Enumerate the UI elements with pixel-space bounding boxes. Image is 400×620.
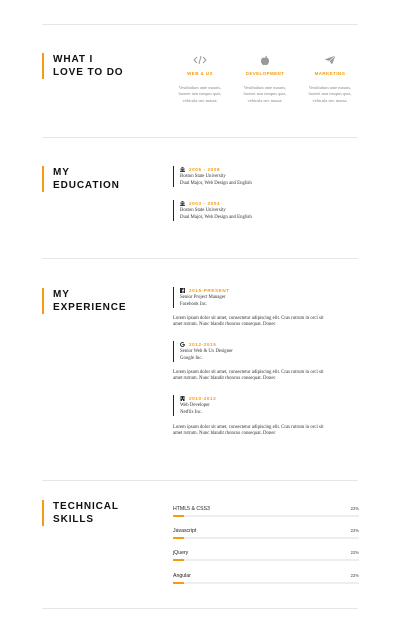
service-web-ux: WEB & UX Vestibulum ante mauris, laoreet… [165, 52, 235, 104]
skill-percent: 22% [350, 528, 359, 533]
skill-item: jQuery 22% [173, 550, 359, 561]
skill-name: Javascript [173, 528, 197, 534]
skill-progress-fill [173, 537, 185, 539]
experience-description: Lorem ipsum dolor sit amet, consectetur … [173, 316, 324, 328]
building-icon [180, 396, 185, 401]
education-item: 2005 - 2008 Boston State University Dual… [173, 166, 252, 187]
service-development: DEVELOPMENT Vestibulum ante mauris, laor… [230, 52, 300, 104]
skill-progress-bar [173, 559, 359, 561]
skill-name: jQuery [173, 550, 189, 556]
experience-description: Lorem ipsum dolor sit amet, consectetur … [173, 425, 324, 437]
skill-progress-fill [173, 582, 185, 584]
university-icon [180, 167, 185, 172]
divider [42, 24, 358, 25]
experience-item: 2012-2015 Senior Web & Ux Designer Googl… [173, 341, 233, 362]
experience-item: 2015-PRESENT Senior Project Manager Face… [173, 287, 230, 308]
skills-section-title: TECHNICAL SKILLS [42, 500, 119, 526]
google-icon [180, 342, 185, 347]
paper-plane-icon [295, 52, 365, 68]
apple-icon [230, 52, 300, 68]
skill-percent: 22% [350, 550, 359, 555]
skill-progress-bar [173, 537, 359, 539]
skill-progress-fill [173, 559, 185, 561]
divider [42, 480, 358, 481]
university-icon [180, 201, 185, 206]
skill-item: Angular 22% [173, 573, 359, 584]
divider [42, 258, 358, 259]
skill-progress-bar [173, 515, 359, 517]
services-section-title: WHAT I LOVE TO DO [42, 53, 124, 79]
skill-percent: 22% [350, 506, 359, 511]
skill-item: HTML5 & CSS3 22% [173, 506, 359, 517]
education-section-title: MY EDUCATION [42, 166, 120, 192]
code-icon [165, 52, 235, 68]
experience-section-title: MY EXPERIENCE [42, 288, 126, 314]
divider [42, 137, 358, 138]
education-item: 2003 - 2004 Boston State University Dual… [173, 200, 252, 221]
skill-item: Javascript 22% [173, 528, 359, 539]
experience-description: Lorem ipsum dolor sit amet, consectetur … [173, 370, 324, 382]
skill-name: HTML5 & CSS3 [173, 506, 210, 512]
skill-percent: 22% [350, 573, 359, 578]
skill-name: Angular [173, 573, 191, 579]
service-marketing: MARKETING Vestibulum ante mauris, laoree… [295, 52, 365, 104]
experience-item: 2010-2012 Web Developer Netflix Inc. [173, 395, 216, 416]
divider [42, 608, 358, 609]
facebook-icon [180, 288, 185, 293]
skill-progress-bar [173, 582, 359, 584]
skill-progress-fill [173, 515, 185, 517]
